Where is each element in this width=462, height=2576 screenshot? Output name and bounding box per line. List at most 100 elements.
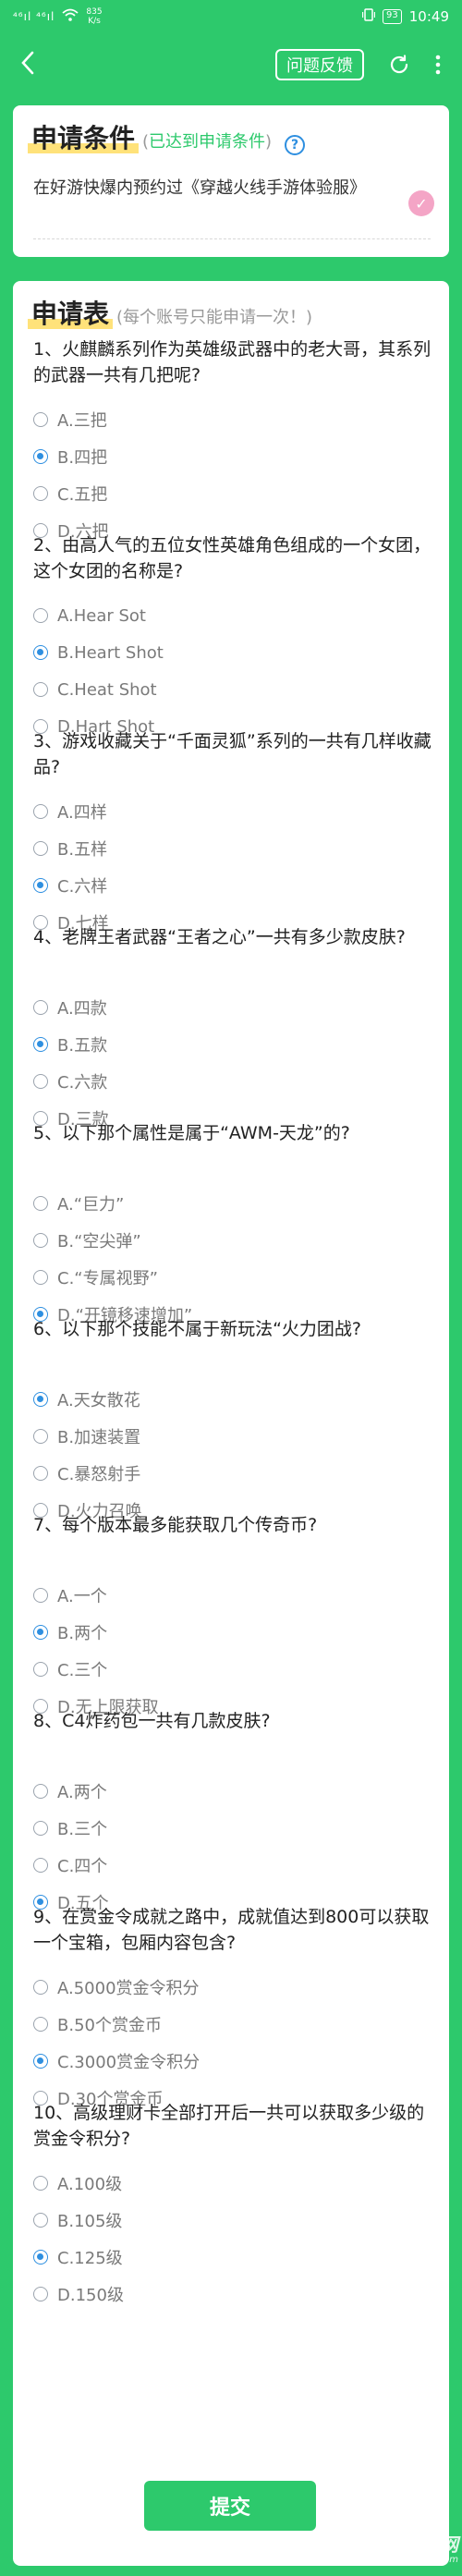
option-c[interactable]: C.六样 xyxy=(33,867,436,904)
option-b[interactable]: B.105级 xyxy=(33,2202,436,2239)
radio-unchecked-icon[interactable] xyxy=(33,486,48,501)
option-c[interactable]: C.“专属视野” xyxy=(33,1259,436,1296)
radio-unchecked-icon[interactable] xyxy=(33,2176,48,2191)
radio-unchecked-icon[interactable] xyxy=(33,841,48,856)
option-b[interactable]: B.四把 xyxy=(33,438,436,475)
option-a[interactable]: A.天女散花 xyxy=(33,1381,436,1418)
radio-unchecked-icon[interactable] xyxy=(33,2017,48,2032)
radio-unchecked-icon[interactable] xyxy=(33,682,48,697)
question-3: 3、游戏收藏关于“千面灵狐”系列的一共有几样收藏品? A.四样 B.五样 C.六样 D.… xyxy=(33,728,436,934)
radio-unchecked-icon[interactable] xyxy=(33,2287,48,2301)
option-c[interactable]: C.暴怒射手 xyxy=(33,1455,436,1492)
radio-unchecked-icon[interactable] xyxy=(33,1074,48,1089)
feedback-button[interactable]: 问题反馈 xyxy=(275,49,364,80)
option-b[interactable]: B.50个赏金币 xyxy=(33,2006,436,2043)
radio-checked-icon[interactable] xyxy=(33,645,48,660)
option-b[interactable]: B.五款 xyxy=(33,1026,436,1063)
radio-checked-icon[interactable] xyxy=(33,878,48,893)
question-text: 3、游戏收藏关于“千面灵狐”系列的一共有几样收藏品? xyxy=(33,731,432,777)
radio-unchecked-icon[interactable] xyxy=(33,1784,48,1799)
option-c[interactable]: C.三个 xyxy=(33,1651,436,1688)
option-label: B.“空尖弹” xyxy=(57,1232,141,1251)
refresh-button[interactable] xyxy=(384,50,414,79)
question-text: 7、每个版本最多能获取几个传奇币? xyxy=(33,1515,318,1535)
option-a[interactable]: A.“巨力” xyxy=(33,1185,436,1222)
radio-unchecked-icon[interactable] xyxy=(33,1466,48,1481)
option-label: C.Heat Shot xyxy=(57,679,157,700)
option-a[interactable]: A.5000赏金令积分 xyxy=(33,1969,436,2006)
radio-unchecked-icon[interactable] xyxy=(33,1980,48,1995)
radio-checked-icon[interactable] xyxy=(33,1625,48,1640)
option-label: A.四样 xyxy=(57,803,107,823)
option-a[interactable]: A.100级 xyxy=(33,2165,436,2202)
option-b[interactable]: B.Heart Shot xyxy=(33,634,436,671)
option-a[interactable]: A.四样 xyxy=(33,793,436,830)
signal-icon: ⁴⁶ıl ⁴⁶ıl xyxy=(13,10,55,23)
option-a[interactable]: A.Hear Sot xyxy=(33,597,436,634)
watermark-text: 手机游戏网 xyxy=(366,2533,458,2556)
option-c[interactable]: C.六款 xyxy=(33,1063,436,1100)
option-b[interactable]: B.三个 xyxy=(33,1810,436,1847)
option-c[interactable]: C.四个 xyxy=(33,1847,436,1884)
option-label: B.三个 xyxy=(57,1820,108,1839)
radio-unchecked-icon[interactable] xyxy=(33,1858,48,1873)
radio-unchecked-icon[interactable] xyxy=(33,1233,48,1248)
option-a[interactable]: A.三把 xyxy=(33,401,436,438)
radio-unchecked-icon[interactable] xyxy=(33,1662,48,1677)
radio-checked-icon[interactable] xyxy=(33,2250,48,2265)
option-b[interactable]: B.“空尖弹” xyxy=(33,1222,436,1259)
radio-unchecked-icon[interactable] xyxy=(33,1270,48,1285)
question-4: 4、老牌王者武器“王者之心”一共有多少款皮肤? A.四款 B.五款 C.六款 D.三款 xyxy=(33,924,436,1129)
submit-button[interactable]: 提交 xyxy=(144,2481,316,2531)
check-icon: ✓ xyxy=(408,190,434,216)
question-5: 5、以下那个属性是属于“AWM-天龙”的? A.“巨力” B.“空尖弹” C.“专属视… xyxy=(33,1120,436,1325)
conditions-header: 申请条件 (已达到申请条件) ? xyxy=(27,118,306,155)
radio-checked-icon[interactable] xyxy=(33,2054,48,2069)
option-b[interactable]: B.加速装置 xyxy=(33,1418,436,1455)
radio-unchecked-icon[interactable] xyxy=(33,1429,48,1444)
radio-unchecked-icon[interactable] xyxy=(33,2213,48,2228)
radio-unchecked-icon[interactable] xyxy=(33,608,48,623)
more-button[interactable] xyxy=(425,50,451,79)
option-a[interactable]: A.四款 xyxy=(33,989,436,1026)
option-label: B.五样 xyxy=(57,840,108,860)
radio-unchecked-icon[interactable] xyxy=(33,1821,48,1836)
option-label: B.五款 xyxy=(57,1036,108,1056)
option-label: A.“巨力” xyxy=(57,1195,125,1215)
option-d[interactable]: D.150级 xyxy=(33,2276,436,2313)
option-c[interactable]: C.Heat Shot xyxy=(33,671,436,708)
radio-unchecked-icon[interactable] xyxy=(33,1196,48,1211)
radio-checked-icon[interactable] xyxy=(33,1392,48,1407)
option-a[interactable]: A.一个 xyxy=(33,1577,436,1614)
form-note: (每个账号只能申请一次！) xyxy=(116,308,313,327)
option-c[interactable]: C.125级 xyxy=(33,2239,436,2276)
watermark-sub: ZYJS.com xyxy=(415,2555,458,2565)
question-7: 7、每个版本最多能获取几个传奇币? A.一个 B.两个 C.三个 D.无上限获取 xyxy=(33,1512,436,1717)
radio-unchecked-icon[interactable] xyxy=(33,1000,48,1015)
help-icon[interactable]: ? xyxy=(285,135,306,155)
status-left: ⁴⁶ıl ⁴⁶ıl 835 K/s xyxy=(13,7,103,26)
net-speed-value: 835 xyxy=(86,7,103,17)
question-text: 2、由高人气的五位女性英雄角色组成的一个女团，这个女团的名称是? xyxy=(33,535,432,581)
option-label: A.两个 xyxy=(57,1783,107,1802)
question-text: 9、在赏金令成就之路中，成就值达到800可以获取一个宝箱，包厢内容包含? xyxy=(33,1907,430,1953)
radio-unchecked-icon[interactable] xyxy=(33,412,48,427)
condition-text: 在好游快爆内预约过《穿越火线手游体验服》 xyxy=(33,178,366,198)
option-label: C.六样 xyxy=(57,877,108,897)
option-c[interactable]: C.五把 xyxy=(33,475,436,512)
radio-checked-icon[interactable] xyxy=(33,449,48,464)
option-label: A.100级 xyxy=(57,2175,123,2194)
question-6: 6、以下那个技能不属于新玩法“火力团战? A.天女散花 B.加速装置 C.暴怒射手 D.… xyxy=(33,1316,436,1521)
option-label: A.5000赏金令积分 xyxy=(57,1979,200,1998)
option-label: C.125级 xyxy=(57,2249,123,2268)
option-a[interactable]: A.两个 xyxy=(33,1773,436,1810)
question-8: 8、C4炸药包一共有几款皮肤? A.两个 B.三个 C.四个 D.五个 xyxy=(33,1708,436,1913)
radio-unchecked-icon[interactable] xyxy=(33,1588,48,1603)
wifi-icon xyxy=(62,8,79,25)
option-c[interactable]: C.3000赏金令积分 xyxy=(33,2043,436,2080)
option-b[interactable]: B.两个 xyxy=(33,1614,436,1651)
radio-unchecked-icon[interactable] xyxy=(33,804,48,819)
radio-checked-icon[interactable] xyxy=(33,1037,48,1052)
back-button[interactable] xyxy=(11,46,44,79)
option-b[interactable]: B.五样 xyxy=(33,830,436,867)
